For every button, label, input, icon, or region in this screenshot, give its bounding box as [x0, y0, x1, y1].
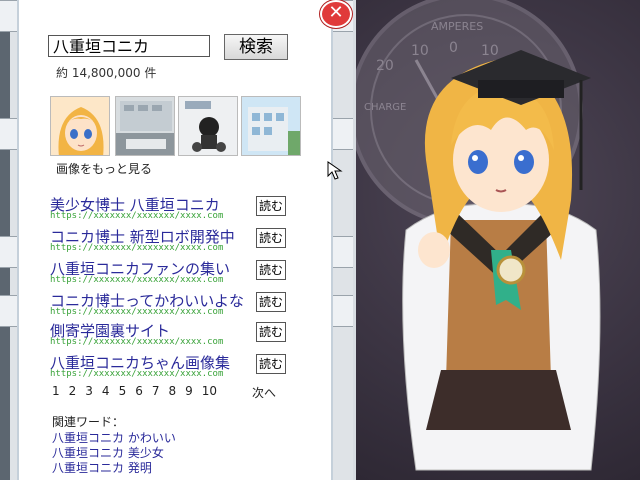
search-button[interactable]: 検索 [224, 34, 288, 60]
page-link[interactable]: 5 [119, 384, 127, 398]
robot-thumbnail [179, 97, 237, 155]
related-link[interactable]: 八重垣コニカ 発明 [52, 459, 152, 476]
search-input[interactable]: 八重垣コニカ [48, 35, 210, 57]
result-count: 約 14,800,000 件 [56, 66, 157, 80]
school-thumbnail [242, 97, 300, 155]
result-item: コニカ博士 新型ロボ開発中 https://xxxxxxx/xxxxxxx/xx… [50, 226, 320, 258]
page-link[interactable]: 7 [152, 384, 160, 398]
svg-text:10: 10 [411, 43, 429, 59]
read-button[interactable]: 読む [256, 354, 286, 374]
read-button[interactable]: 読む [256, 196, 286, 216]
next-page-link[interactable]: 次へ [252, 384, 276, 401]
svg-text:AMPERES: AMPERES [431, 20, 483, 33]
page-link[interactable]: 1 [52, 384, 60, 398]
svg-text:0: 0 [449, 40, 458, 56]
svg-text:10: 10 [481, 43, 499, 59]
result-url: https://xxxxxxx/xxxxxxx/xxxx.com [50, 275, 224, 285]
page-link[interactable]: 2 [69, 384, 77, 398]
result-url: https://xxxxxxx/xxxxxxx/xxxx.com [50, 337, 224, 347]
result-item: 美少女博士 八重垣コニカ https://xxxxxxx/xxxxxxx/xxx… [50, 194, 320, 226]
svg-text:CHARGE: CHARGE [364, 102, 406, 113]
read-button[interactable]: 読む [256, 292, 286, 312]
result-item: コニカ博士ってかわいいよな https://xxxxxxx/xxxxxxx/xx… [50, 290, 320, 322]
result-item: 八重垣コニカちゃん画像集 https://xxxxxxx/xxxxxxx/xxx… [50, 352, 320, 384]
result-item: 八重垣コニカファンの集い https://xxxxxxx/xxxxxxx/xxx… [50, 258, 320, 290]
girl-portrait-thumbnail [51, 97, 109, 155]
pagination: 1 2 3 4 5 6 7 8 9 10 [52, 384, 226, 398]
close-button[interactable]: ✕ [320, 0, 352, 28]
close-icon: ✕ [328, 2, 344, 23]
result-item: 側寄学園裏サイト https://xxxxxxx/xxxxxxx/xxxx.co… [50, 320, 320, 352]
read-button[interactable]: 読む [256, 228, 286, 248]
image-thumbnail[interactable] [178, 96, 238, 156]
image-thumbnail[interactable] [50, 96, 110, 156]
read-button[interactable]: 読む [256, 322, 286, 342]
related-heading: 関連ワード： [52, 415, 125, 429]
mouse-cursor-icon [327, 161, 343, 180]
read-button[interactable]: 読む [256, 260, 286, 280]
result-url: https://xxxxxxx/xxxxxxx/xxxx.com [50, 211, 224, 221]
result-url: https://xxxxxxx/xxxxxxx/xxxx.com [50, 243, 224, 253]
page-link[interactable]: 4 [102, 384, 110, 398]
page-link[interactable]: 9 [185, 384, 193, 398]
page-link[interactable]: 10 [202, 384, 217, 398]
character-art: AMPERES 20 10 0 10 CHARGE [356, 0, 601, 471]
page-link[interactable]: 3 [85, 384, 93, 398]
image-thumbnail[interactable] [115, 96, 175, 156]
character-portrait: AMPERES 20 10 0 10 CHARGE [353, 0, 640, 480]
more-images-link[interactable]: 画像をもっと見る [56, 160, 152, 177]
result-url: https://xxxxxxx/xxxxxxx/xxxx.com [50, 369, 224, 379]
image-thumbnail[interactable] [241, 96, 301, 156]
page-link[interactable]: 8 [168, 384, 176, 398]
page-link[interactable]: 6 [135, 384, 143, 398]
svg-text:20: 20 [376, 58, 394, 74]
result-url: https://xxxxxxx/xxxxxxx/xxxx.com [50, 307, 224, 317]
building-thumbnail [116, 97, 174, 155]
